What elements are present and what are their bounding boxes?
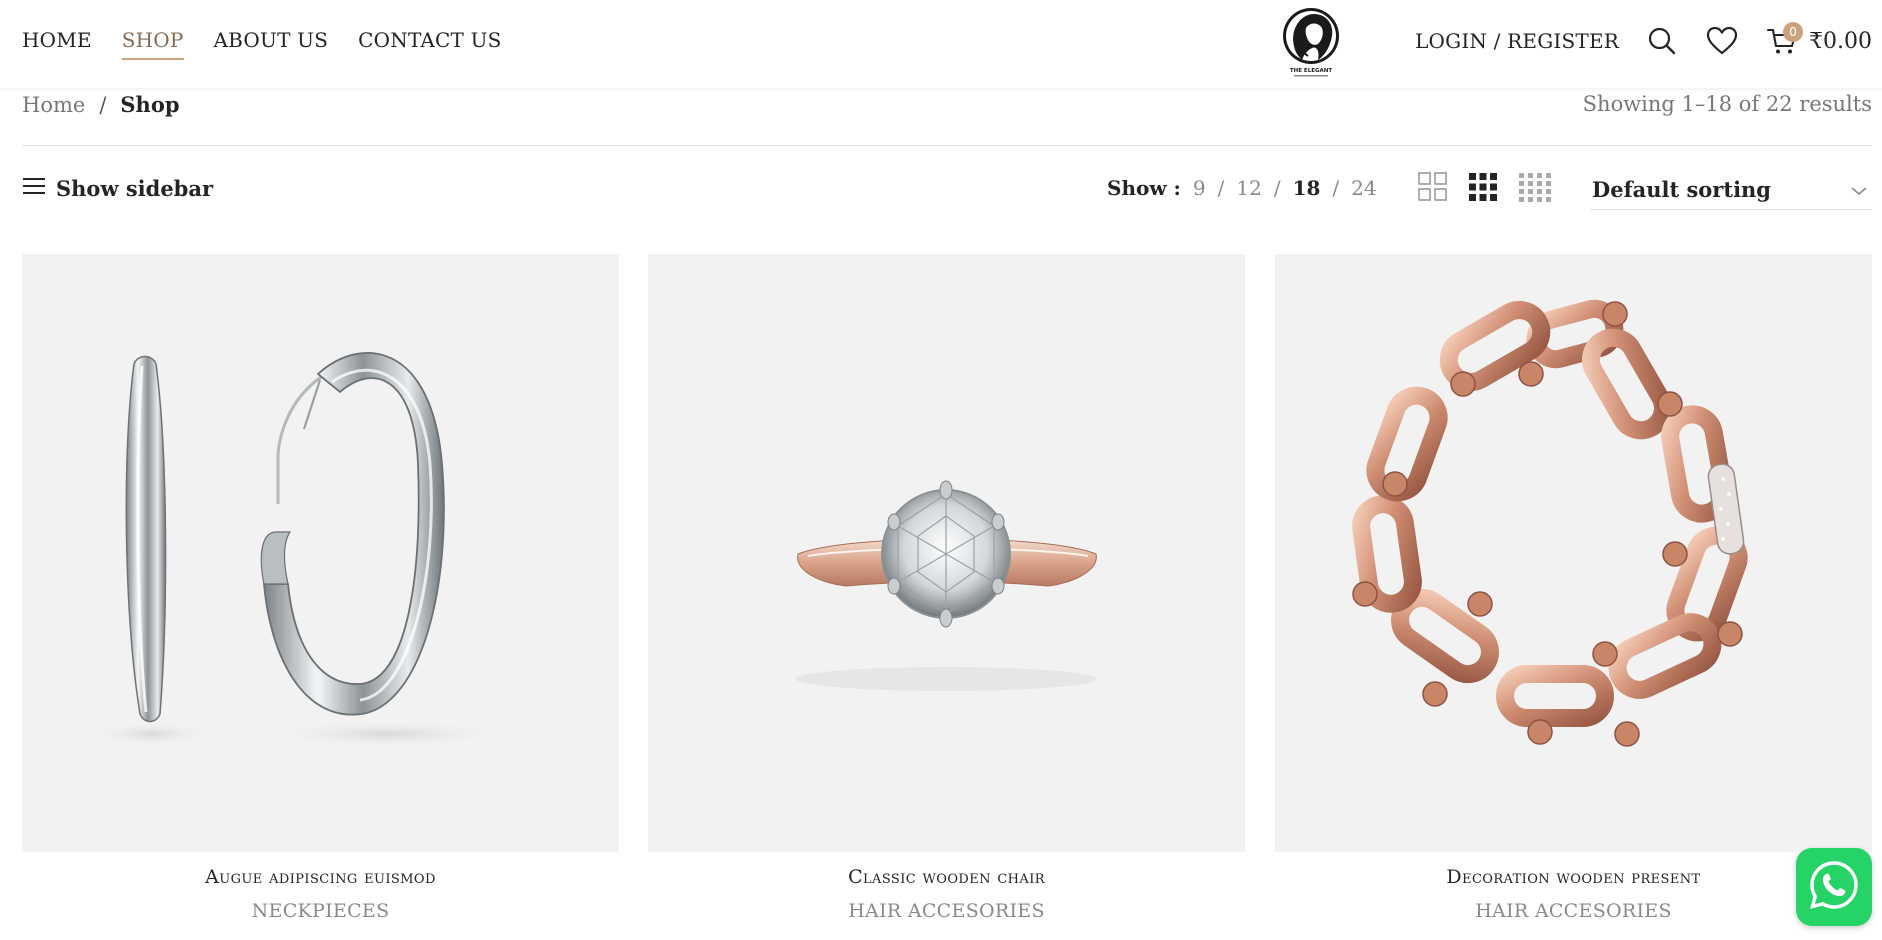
logo-image: THE ELEGANT bbox=[1283, 8, 1339, 77]
header-actions: LOGIN / REGISTER 0 ₹0.00 bbox=[1415, 22, 1872, 58]
search-icon[interactable] bbox=[1645, 24, 1679, 58]
per-page-18[interactable]: 18 bbox=[1293, 176, 1321, 200]
product-image[interactable] bbox=[648, 254, 1245, 852]
nav-about-us[interactable]: ABOUT US bbox=[214, 28, 329, 60]
product-title[interactable]: Decoration wooden present bbox=[1275, 866, 1872, 888]
cart-widget[interactable]: 0 ₹0.00 bbox=[1765, 22, 1872, 58]
product-title[interactable]: Classic wooden chair bbox=[648, 866, 1245, 888]
cart-count-badge: 0 bbox=[1783, 22, 1804, 42]
product-category[interactable]: HAIR ACCESORIES bbox=[648, 900, 1245, 922]
per-page-24[interactable]: 24 bbox=[1351, 176, 1376, 200]
site-logo[interactable]: THE ELEGANT bbox=[1280, 6, 1342, 80]
heart-icon[interactable] bbox=[1705, 24, 1739, 58]
sorting-select[interactable]: Default sorting bbox=[1590, 170, 1872, 210]
hamburger-icon bbox=[22, 176, 46, 201]
ring-image bbox=[796, 480, 1097, 691]
nav-home[interactable]: HOME bbox=[22, 28, 92, 60]
logo-text: THE ELEGANT bbox=[1290, 68, 1332, 74]
bracelet-image bbox=[1352, 299, 1748, 747]
grid-4-icon[interactable] bbox=[1518, 172, 1552, 206]
whatsapp-button[interactable] bbox=[1796, 848, 1872, 926]
show-label: Show : bbox=[1107, 176, 1181, 200]
breadcrumb-separator: / bbox=[99, 92, 107, 117]
grid-view-switcher bbox=[1418, 172, 1552, 206]
breadcrumb-home[interactable]: Home bbox=[22, 93, 85, 117]
per-page-selector: Show : 9 / 12 / 18 / 24 bbox=[1107, 176, 1377, 200]
product-card[interactable]: Classic wooden chair HAIR ACCESORIES bbox=[648, 254, 1245, 922]
divider bbox=[22, 145, 1872, 146]
per-page-9[interactable]: 9 bbox=[1193, 176, 1206, 200]
breadcrumb-current: Shop bbox=[120, 92, 180, 117]
per-page-separator: / bbox=[1273, 176, 1281, 200]
per-page-12[interactable]: 12 bbox=[1236, 176, 1261, 200]
show-sidebar-button[interactable]: Show sidebar bbox=[22, 176, 213, 201]
cart-total[interactable]: ₹0.00 bbox=[1809, 29, 1872, 54]
product-card[interactable]: Decoration wooden present HAIR ACCESORIE… bbox=[1275, 254, 1872, 922]
per-page-separator: / bbox=[1332, 176, 1340, 200]
grid-3-icon[interactable] bbox=[1468, 172, 1498, 206]
earrings-image bbox=[92, 352, 507, 748]
nav-shop[interactable]: SHOP bbox=[121, 28, 184, 60]
site-header: HOME SHOP ABOUT US CONTACT US THE ELEGAN… bbox=[0, 0, 1882, 88]
whatsapp-icon bbox=[1807, 858, 1861, 916]
chevron-down-icon bbox=[1850, 177, 1868, 202]
product-category[interactable]: NECKPIECES bbox=[22, 900, 619, 922]
grid-2-icon[interactable] bbox=[1418, 172, 1448, 206]
show-sidebar-label: Show sidebar bbox=[56, 176, 214, 201]
per-page-separator: / bbox=[1217, 176, 1225, 200]
login-register-link[interactable]: LOGIN / REGISTER bbox=[1415, 29, 1619, 53]
product-title[interactable]: Augue adipiscing euismod bbox=[22, 866, 619, 888]
product-card[interactable]: Augue adipiscing euismod NECKPIECES bbox=[22, 254, 619, 922]
main-nav: HOME SHOP ABOUT US CONTACT US bbox=[22, 28, 502, 60]
result-count: Showing 1–18 of 22 results bbox=[1582, 92, 1872, 116]
product-category[interactable]: HAIR ACCESORIES bbox=[1275, 900, 1872, 922]
product-image[interactable] bbox=[22, 254, 619, 852]
sorting-value: Default sorting bbox=[1592, 177, 1771, 202]
product-image[interactable] bbox=[1275, 254, 1872, 852]
breadcrumb: Home / Shop bbox=[22, 92, 180, 117]
nav-contact-us[interactable]: CONTACT US bbox=[358, 28, 501, 60]
cart-icon[interactable]: 0 bbox=[1765, 22, 1804, 58]
